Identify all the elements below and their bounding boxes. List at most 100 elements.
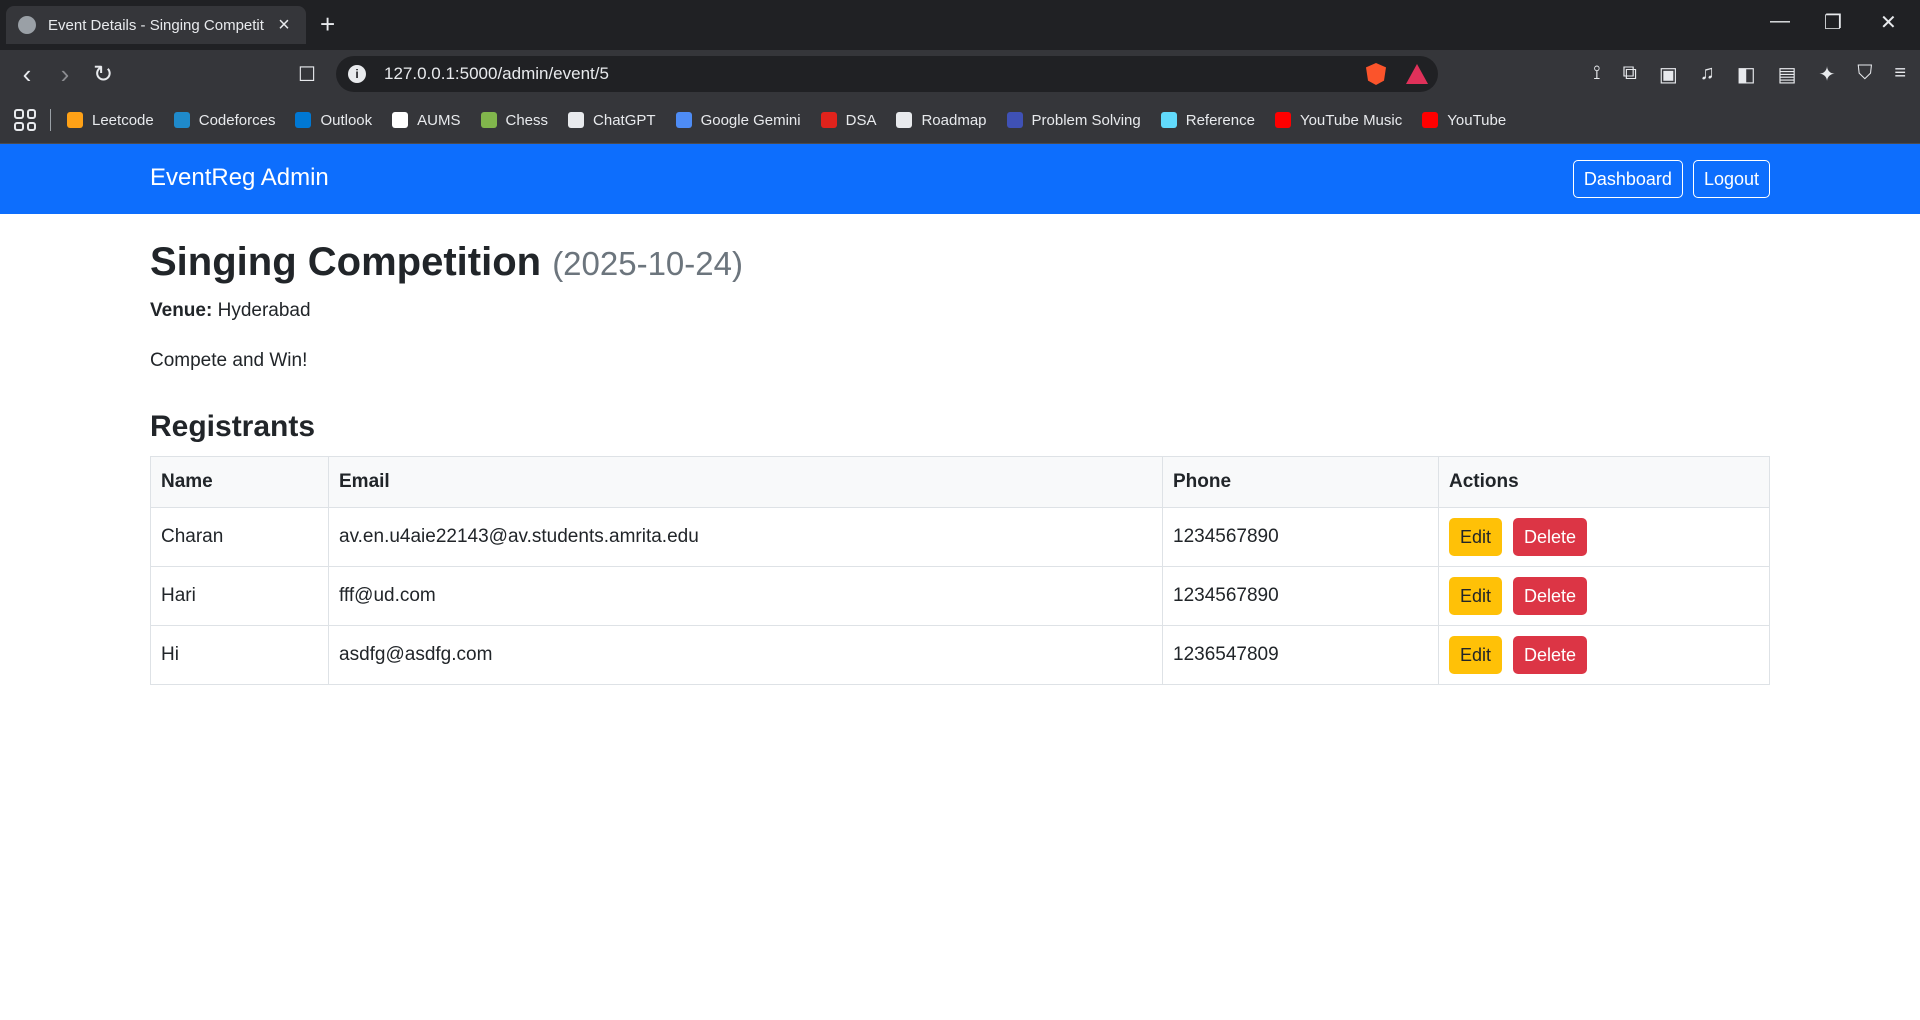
event-description: Compete and Win!: [150, 350, 308, 371]
bookmark-favicon-icon: [675, 112, 692, 128]
bookmark-label: Problem Solving: [1031, 111, 1141, 129]
bookmark-item[interactable]: DSA: [820, 111, 877, 129]
music-icon[interactable]: ♫: [1700, 62, 1715, 87]
table-row: Hari fff@ud.com 1234567890 Edit Delete: [150, 566, 1770, 626]
bookmark-item[interactable]: Leetcode: [67, 112, 154, 129]
screenshot-icon[interactable]: ▣: [1659, 62, 1678, 87]
bookmark-label: YouTube: [1447, 111, 1507, 129]
browser-tab[interactable]: Event Details - Singing Competit ×: [6, 6, 306, 44]
brave-shield-icon[interactable]: [1366, 63, 1386, 85]
delete-button[interactable]: Delete: [1513, 636, 1588, 674]
reload-icon[interactable]: ↻: [88, 59, 118, 89]
tab-title: Event Details - Singing Competit: [48, 16, 264, 34]
cell-phone: 1234567890: [1162, 566, 1439, 626]
bookmark-favicon-icon: [67, 112, 83, 128]
cell-actions: Edit Delete: [1438, 625, 1770, 685]
back-icon[interactable]: ‹: [12, 59, 42, 89]
venue-line: Venue: Hyderabad: [150, 300, 1770, 322]
bookmark-item[interactable]: Problem Solving: [1006, 111, 1141, 129]
bookmark-item[interactable]: Chess: [480, 112, 548, 129]
bookmark-favicon-icon: [1006, 112, 1023, 128]
bookmark-favicon-icon: [392, 112, 409, 128]
bookmark-item[interactable]: Reference: [1160, 111, 1255, 129]
header-actions: Actions: [1438, 456, 1770, 508]
bookmark-favicon-icon: [820, 112, 837, 128]
globe-icon: [18, 16, 36, 34]
bookmark-label: Reference: [1185, 111, 1255, 129]
bookmark-item[interactable]: Codeforces: [173, 111, 276, 129]
delete-button[interactable]: Delete: [1513, 518, 1588, 556]
bookmark-label: Google Gemini: [700, 111, 801, 129]
bookmark-favicon-icon: [1422, 112, 1439, 128]
close-tab-icon[interactable]: ×: [274, 14, 294, 37]
bookmark-label: Codeforces: [198, 111, 276, 129]
cell-email: fff@ud.com: [328, 566, 1163, 626]
table-header-row: Name Email Phone Actions: [150, 456, 1770, 508]
logout-button[interactable]: Logout: [1692, 160, 1770, 198]
cell-name: Hari: [150, 566, 329, 626]
edit-button[interactable]: Edit: [1449, 636, 1503, 674]
delete-button[interactable]: Delete: [1513, 577, 1588, 615]
site-navbar: EventReg Admin Dashboard Logout: [0, 144, 1920, 214]
bookmark-label: Roadmap: [921, 111, 987, 129]
bookmark-label: DSA: [845, 111, 877, 129]
bookmark-item[interactable]: Outlook: [295, 112, 372, 129]
table-row: Hi asdfg@asdfg.com 1236547809 Edit Delet…: [150, 625, 1770, 685]
bookmark-label: Outlook: [320, 111, 373, 129]
bookmark-favicon-icon: [896, 112, 913, 128]
bookmark-item[interactable]: Roadmap: [896, 111, 987, 129]
bookmark-label: ChatGPT: [593, 111, 656, 129]
cell-actions: Edit Delete: [1438, 566, 1770, 626]
minimize-icon[interactable]: —: [1770, 10, 1790, 33]
wallet-icon[interactable]: ▤: [1778, 62, 1797, 87]
edit-button[interactable]: Edit: [1449, 518, 1503, 556]
table-row: Charan av.en.u4aie22143@av.students.amri…: [150, 507, 1770, 567]
leo-icon[interactable]: ⟟: [1593, 62, 1600, 87]
bookmark-item[interactable]: YouTube: [1422, 112, 1506, 129]
cell-phone: 1234567890: [1162, 507, 1439, 567]
cell-email: asdfg@asdfg.com: [328, 625, 1163, 685]
bookmark-item[interactable]: ChatGPT: [568, 112, 656, 129]
brave-rewards-icon[interactable]: [1406, 64, 1428, 84]
apps-icon[interactable]: [14, 109, 36, 131]
forward-icon[interactable]: ›: [50, 59, 80, 89]
bookmark-icon[interactable]: ☐: [292, 59, 322, 89]
bookmark-favicon-icon: [1160, 112, 1177, 128]
edit-button[interactable]: Edit: [1449, 577, 1503, 615]
extensions-icon[interactable]: ⧉: [1623, 62, 1637, 87]
browser-toolbar: ‹ › ↻ ☐ i 127.0.0.1:5000/admin/event/5 ⟟…: [0, 50, 1920, 97]
ai-icon[interactable]: ✦: [1819, 62, 1836, 87]
registrants-table: Name Email Phone Actions Charan av.en.u4…: [150, 456, 1770, 685]
cell-name: Charan: [150, 507, 329, 567]
vpn-icon[interactable]: ⛉: [1857, 62, 1872, 87]
bookmark-favicon-icon: [173, 112, 190, 128]
site-info-icon[interactable]: i: [348, 65, 366, 83]
main-content: Singing Competition (2025-10-24) Venue: …: [150, 238, 1770, 685]
venue-value: Hyderabad: [217, 300, 311, 321]
bookmark-label: Leetcode: [92, 111, 154, 129]
bookmark-favicon-icon: [480, 112, 497, 128]
bookmark-item[interactable]: AUMS: [392, 112, 461, 129]
new-tab-button[interactable]: +: [320, 10, 335, 38]
event-date: (2025-10-24): [552, 245, 743, 282]
bookmark-favicon-icon: [1274, 112, 1291, 128]
close-window-icon[interactable]: ✕: [1880, 10, 1897, 35]
divider: [50, 109, 51, 131]
restore-icon[interactable]: ❐: [1824, 10, 1842, 35]
header-name: Name: [150, 456, 329, 508]
registrants-heading: Registrants: [150, 410, 316, 443]
brand-link[interactable]: EventReg Admin: [150, 164, 329, 192]
bookmark-item[interactable]: YouTube Music: [1274, 112, 1402, 129]
page-title: Singing Competition (2025-10-24): [150, 238, 1770, 288]
venue-label: Venue:: [150, 300, 213, 321]
menu-icon[interactable]: ≡: [1894, 62, 1906, 87]
sidebar-icon[interactable]: ◧: [1737, 62, 1756, 87]
cell-email: av.en.u4aie22143@av.students.amrita.edu: [328, 507, 1163, 567]
url-text[interactable]: 127.0.0.1:5000/admin/event/5: [384, 64, 609, 84]
bookmark-item[interactable]: Google Gemini: [675, 111, 801, 129]
dashboard-button[interactable]: Dashboard: [1572, 160, 1683, 198]
event-name: Singing Competition: [150, 240, 542, 284]
header-phone: Phone: [1162, 456, 1439, 508]
address-bar[interactable]: i 127.0.0.1:5000/admin/event/5: [336, 56, 1438, 92]
cell-actions: Edit Delete: [1438, 507, 1770, 567]
